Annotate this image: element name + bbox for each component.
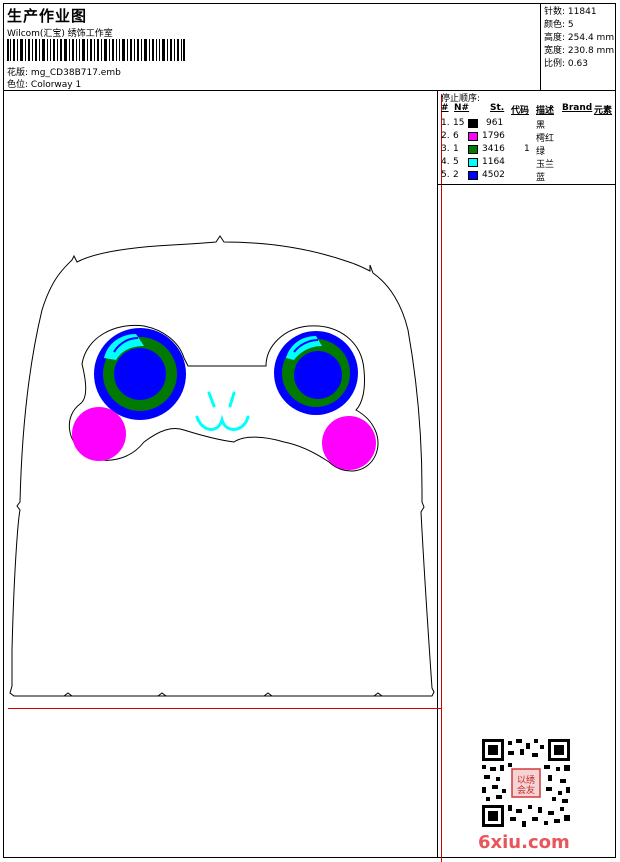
color-swatch [468, 119, 478, 128]
worksheet-subtitle: Wilcom(汇宝) 绣饰工作室 [7, 29, 113, 39]
col-header-n: N# [454, 103, 470, 113]
crop-line-vertical [441, 94, 442, 862]
color-swatch [468, 158, 478, 167]
worksheet-title: 生产作业图 [7, 7, 88, 25]
production-worksheet: 生产作业图 Wilcom(汇宝) 绣饰工作室 花版: mg_CD38B717.e… [3, 3, 616, 862]
color-swatch [468, 132, 478, 141]
color-row: 4. 5 1164 玉兰 [441, 157, 555, 170]
color-swatch [468, 171, 478, 180]
color-row: 5. 2 4502 蓝 [441, 170, 546, 183]
colorway-line: 色位: Colorway 1 [7, 77, 81, 90]
site-watermark: 6xiu.com [478, 832, 570, 853]
color-row: 1. 15 961 黑 [441, 118, 546, 131]
col-header-num: # [441, 103, 449, 113]
color-row: 2. 6 1796 樗红 [441, 131, 555, 144]
color-sequence-table: 停止顺序: # N# St. 代码 描述 Brand 元素 1. 15 961 黑… [438, 90, 615, 185]
mouth [195, 391, 250, 431]
worksheet-header: 生产作业图 Wilcom(汇宝) 绣饰工作室 花版: mg_CD38B717.e… [4, 4, 615, 91]
svg-text:以绣: 以绣 [517, 774, 535, 786]
svg-text:会友: 会友 [517, 784, 535, 796]
colorway-value: Colorway 1 [30, 80, 82, 90]
stat-height: 高度: 254.4 mm [544, 33, 615, 43]
stat-scale: 比例: 0.63 [544, 59, 588, 69]
col-header-st: St. [490, 103, 505, 113]
left-cheek [72, 407, 126, 461]
body-outline [9, 235, 435, 697]
color-row: 3. 1 3416 1 绿 [441, 144, 546, 157]
col-header-elem: 元素 [594, 106, 613, 116]
barcode [7, 39, 185, 61]
design-stats: 针数: 11841 颜色: 5 高度: 254.4 mm 宽度: 230.8 m… [540, 4, 615, 90]
left-eye [94, 328, 186, 420]
stat-stitches: 针数: 11841 [544, 7, 597, 17]
qr-code: 以绣 会友 [482, 739, 570, 827]
design-preview [4, 90, 438, 858]
color-swatch [468, 145, 478, 154]
col-header-desc: 描述 [536, 106, 555, 116]
crop-line-horizontal [8, 708, 441, 709]
right-eye [274, 331, 358, 415]
colorway-label: 色位: [7, 80, 29, 90]
stat-width: 宽度: 230.8 mm [544, 46, 615, 56]
col-header-code: 代码 [511, 106, 530, 116]
stat-colors: 颜色: 5 [544, 20, 574, 30]
embroidery-design [9, 235, 435, 697]
col-header-brand: Brand [562, 103, 593, 113]
right-cheek [322, 416, 376, 470]
